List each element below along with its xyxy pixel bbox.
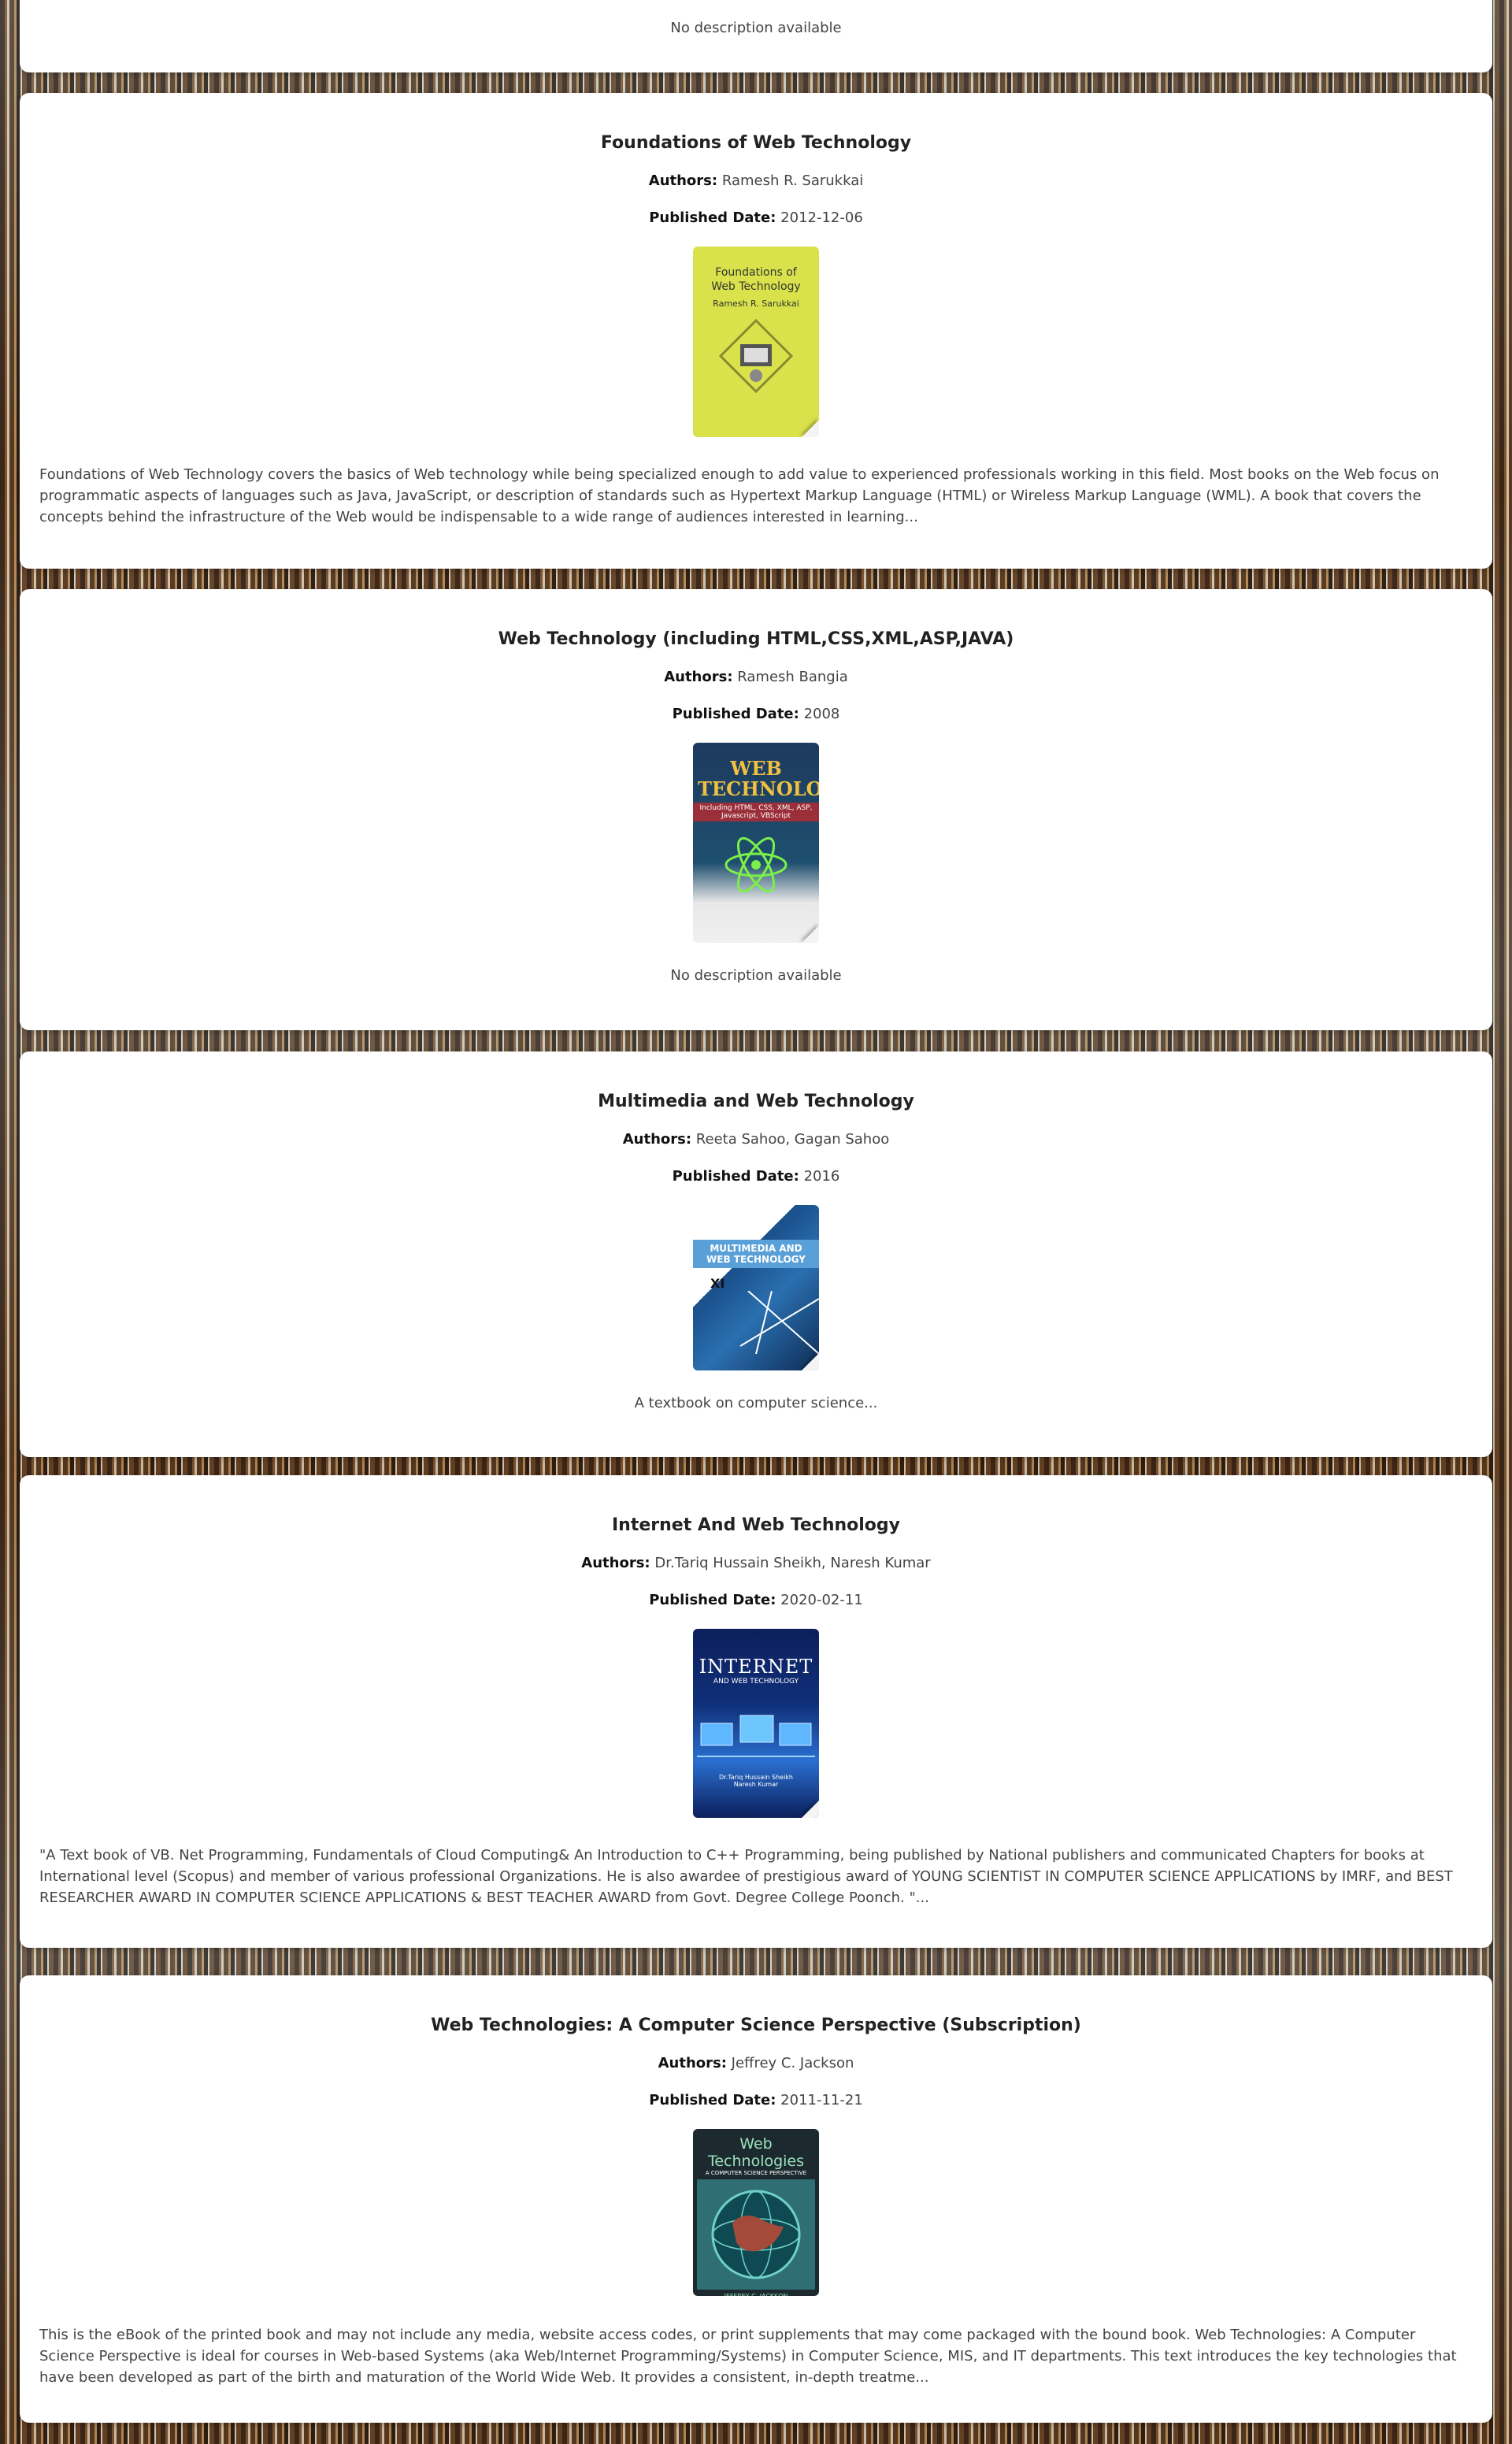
book-title[interactable]: Web Technologies: A Computer Science Per… — [39, 2015, 1473, 2037]
book-card: No description available — [20, 0, 1492, 72]
authors-value: Ramesh R. Sarukkai — [721, 172, 864, 189]
page-curl-icon — [802, 925, 819, 943]
book-cover-image[interactable]: MULTIMEDIA AND WEB TECHNOLOGY XI — [693, 1205, 819, 1370]
book-authors: Authors: Jeffrey C. Jackson — [39, 2054, 1473, 2073]
authors-label: Authors: — [622, 1131, 692, 1148]
authors-value: Dr.Tariq Hussain Sheikh, Naresh Kumar — [654, 1555, 931, 1571]
cover-author: Dr.Tariq Hussain Sheikh Naresh Kumar — [718, 1774, 793, 1788]
cover-title: Web Technologies — [707, 2135, 805, 2170]
book-card: Web Technology (including HTML,CSS,XML,A… — [20, 589, 1492, 1030]
book-title[interactable]: Foundations of Web Technology — [39, 132, 1473, 154]
book-description: "A Text book of VB. Net Programming, Fun… — [39, 1847, 1453, 1906]
cover-subtitle: Including HTML, CSS, XML, ASP, Javascrip… — [693, 803, 819, 821]
published-value: 2011-11-21 — [780, 2092, 863, 2108]
authors-label: Authors: — [581, 1555, 650, 1571]
book-cover-image[interactable]: INTERNET AND WEB TECHNOLOGY Dr.Tariq Hus… — [693, 1629, 819, 1818]
book-title[interactable]: Web Technology (including HTML,CSS,XML,A… — [39, 629, 1473, 651]
published-value: 2012-12-06 — [780, 210, 863, 226]
cover-title: Foundations of Web Technology — [711, 266, 801, 293]
book-published: Published Date: 2008 — [39, 705, 1473, 724]
published-label: Published Date: — [672, 1168, 799, 1185]
cover-illustration-icon — [718, 318, 794, 394]
book-card: Multimedia and Web Technology Authors: R… — [20, 1051, 1492, 1457]
cover-title: INTERNET — [699, 1656, 813, 1678]
atom-icon — [724, 836, 788, 893]
book-cover-image[interactable]: Web Technologies A COMPUTER SCIENCE PERS… — [693, 2129, 819, 2296]
authors-label: Authors: — [658, 2055, 727, 2071]
cover-title: WEB TECHNOLOGY — [698, 757, 819, 800]
book-published: Published Date: 2011-11-21 — [39, 2091, 1473, 2110]
authors-value: Ramesh Bangia — [737, 669, 848, 685]
book-description: No description available — [670, 967, 842, 984]
book-card: Internet And Web Technology Authors: Dr.… — [20, 1475, 1492, 1948]
published-value: 2016 — [803, 1168, 840, 1185]
book-cover-image[interactable]: Foundations of Web Technology Ramesh R. … — [693, 247, 819, 437]
cover-lines-icon — [739, 1291, 819, 1354]
published-value: 2020-02-11 — [780, 1592, 863, 1608]
cover-title: MULTIMEDIA AND WEB TECHNOLOGY — [693, 1240, 819, 1268]
book-description: This is the eBook of the printed book an… — [39, 2327, 1457, 2386]
book-published: Published Date: 2020-02-11 — [39, 1591, 1473, 1610]
book-title[interactable]: Internet And Web Technology — [39, 1515, 1473, 1537]
book-authors: Authors: Reeta Sahoo, Gagan Sahoo — [39, 1130, 1473, 1149]
published-label: Published Date: — [649, 1592, 776, 1608]
page-curl-icon — [802, 1353, 819, 1370]
page-curl-icon — [802, 1801, 819, 1818]
cover-subtitle: A COMPUTER SCIENCE PERSPECTIVE — [705, 2170, 807, 2176]
page-curl-icon — [802, 420, 819, 437]
book-description: A textbook on computer science... — [634, 1395, 878, 1411]
authors-label: Authors: — [648, 172, 718, 189]
authors-label: Authors: — [664, 669, 733, 685]
book-description: No description available — [670, 20, 842, 36]
book-authors: Authors: Dr.Tariq Hussain Sheikh, Naresh… — [39, 1554, 1473, 1573]
cover-author: Ramesh R. Sarukkai — [713, 299, 799, 309]
book-description: Foundations of Web Technology covers the… — [39, 466, 1440, 525]
authors-value: Jeffrey C. Jackson — [731, 2055, 854, 2071]
book-title[interactable]: Multimedia and Web Technology — [39, 1091, 1473, 1113]
cover-subtitle: AND WEB TECHNOLOGY — [713, 1678, 799, 1686]
book-published: Published Date: 2012-12-06 — [39, 209, 1473, 228]
book-authors: Authors: Ramesh Bangia — [39, 668, 1473, 687]
book-published: Published Date: 2016 — [39, 1167, 1473, 1186]
book-card: Web Technologies: A Computer Science Per… — [20, 1975, 1492, 2423]
monitors-icon — [697, 1715, 815, 1757]
book-cover-image[interactable]: WEB TECHNOLOGY Including HTML, CSS, XML,… — [693, 743, 819, 943]
published-label: Published Date: — [649, 210, 776, 226]
published-label: Published Date: — [649, 2092, 776, 2108]
globe-icon — [697, 2179, 815, 2290]
cover-author: JEFFREY C. JACKSON — [693, 2290, 819, 2296]
published-label: Published Date: — [672, 706, 799, 722]
published-value: 2008 — [803, 706, 840, 722]
book-card: Foundations of Web Technology Authors: R… — [20, 93, 1492, 569]
authors-value: Reeta Sahoo, Gagan Sahoo — [695, 1131, 890, 1148]
cover-grade: XI — [710, 1276, 725, 1291]
book-authors: Authors: Ramesh R. Sarukkai — [39, 172, 1473, 191]
